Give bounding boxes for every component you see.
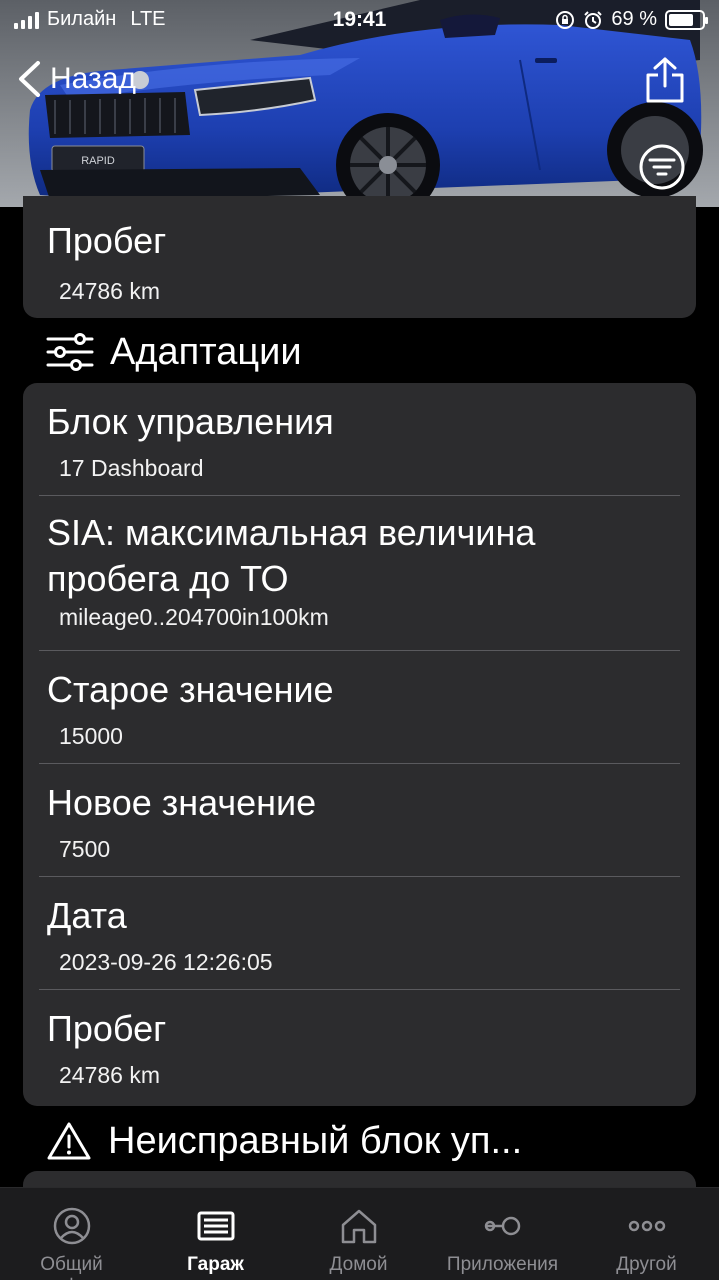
more-icon — [628, 1220, 665, 1232]
adaptations-title: Адаптации — [110, 330, 302, 373]
faulty-unit-title: Неисправный блок уп... — [108, 1119, 523, 1162]
row-title: Пробег — [47, 1008, 167, 1049]
row-title: SIA: максимальная величина пробега до ТО — [47, 512, 536, 599]
row-value: mileage0..204700in100km — [59, 604, 329, 630]
tab-more[interactable]: Другой — [575, 1188, 718, 1280]
faulty-unit-header: Неисправный блок уп... — [46, 1115, 522, 1167]
mileage-value: 24786 km — [59, 278, 161, 304]
adaptation-row-mileage: Пробег 24786 km — [23, 990, 696, 1106]
mileage-row: Пробег 24786 km — [23, 196, 696, 305]
row-title: Дата — [47, 895, 127, 936]
row-value: 15000 — [59, 723, 123, 749]
chevron-left-icon — [19, 61, 40, 97]
alarm-icon — [584, 10, 603, 29]
person-circle-icon — [53, 1207, 90, 1245]
sliders-icon — [46, 333, 94, 371]
back-button[interactable]: Назад — [16, 60, 136, 98]
svg-text:RAPID: RAPID — [81, 155, 115, 167]
mileage-card: Пробег 24786 km — [23, 196, 696, 318]
tab-garage[interactable]: Гараж — [144, 1188, 287, 1280]
tab-apps[interactable]: Приложения — [431, 1188, 574, 1280]
garage-icon — [197, 1211, 234, 1241]
row-value: 24786 km — [59, 1062, 161, 1088]
screen: RAPID Билайн LTE 19:41 69 % Назад Пробег… — [0, 0, 719, 1280]
row-title: Новое значение — [47, 782, 317, 823]
adaptation-row-new-value: Новое значение 7500 — [23, 764, 696, 877]
filter-icon[interactable] — [638, 143, 686, 191]
tab-label: Приложения — [446, 1254, 559, 1275]
tab-label: Гараж — [187, 1254, 244, 1275]
adaptation-row-sia: SIA: максимальная величина пробега до ТО… — [23, 496, 696, 651]
share-icon[interactable] — [644, 56, 686, 104]
toggle-icon — [484, 1216, 520, 1236]
row-title: Старое значение — [47, 669, 334, 710]
tab-profile[interactable]: Общий профиль — [0, 1188, 143, 1280]
row-title: Блок управления — [47, 401, 334, 442]
tab-label: Другой — [616, 1254, 677, 1275]
warning-icon — [47, 1122, 91, 1160]
back-label: Назад — [50, 62, 136, 95]
tab-label: Общий профиль — [32, 1254, 111, 1280]
tab-bar: Общий профиль Гараж Домой Приложения — [0, 1187, 719, 1280]
row-value: 17 Dashboard — [59, 455, 204, 481]
adaptation-row-control-unit: Блок управления 17 Dashboard — [23, 383, 696, 496]
tab-home[interactable]: Домой — [287, 1188, 430, 1280]
status-bar: Билайн LTE 19:41 69 % — [0, 0, 719, 40]
row-value: 7500 — [59, 836, 111, 862]
adaptation-row-date: Дата 2023-09-26 12:26:05 — [23, 877, 696, 990]
battery-icon — [665, 9, 708, 30]
adaptation-row-old-value: Старое значение 15000 — [23, 651, 696, 764]
adaptations-header: Адаптации — [46, 327, 302, 377]
status-right: 69 % — [555, 8, 708, 31]
orientation-lock-icon — [556, 10, 575, 29]
row-value: 2023-09-26 12:26:05 — [59, 949, 273, 975]
home-icon — [341, 1209, 376, 1244]
adaptations-card: Блок управления 17 Dashboard SIA: максим… — [23, 383, 696, 1106]
battery-percent: 69 % — [611, 8, 657, 30]
mileage-title: Пробег — [47, 220, 167, 261]
tab-label: Домой — [329, 1254, 388, 1275]
